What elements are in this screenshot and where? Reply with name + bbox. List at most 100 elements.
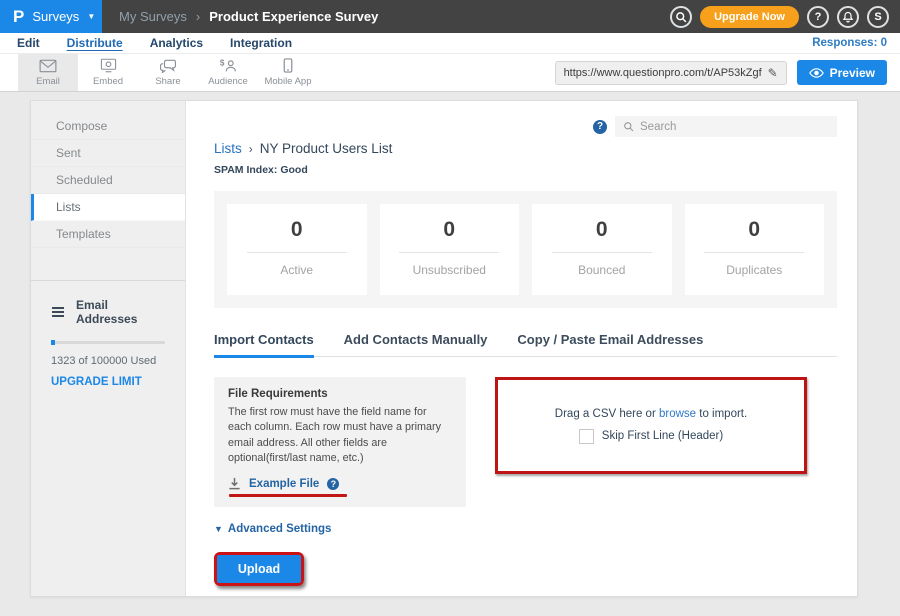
list-detail-main: ? Lists › NY Product Users List SPAM Ind… xyxy=(186,101,857,596)
breadcrumb-lists-link[interactable]: Lists xyxy=(214,141,242,156)
contacts-tabs: Import Contacts Add Contacts Manually Co… xyxy=(214,332,837,357)
tab-add-contacts-manually[interactable]: Add Contacts Manually xyxy=(344,332,488,356)
questionpro-logo: P xyxy=(13,8,24,25)
skip-first-line-label: Skip First Line (Header) xyxy=(602,430,723,442)
channel-embed[interactable]: Embed xyxy=(78,54,138,91)
list-stats: 0 Active 0 Unsubscribed 0 Bounced 0 Dupl… xyxy=(214,191,837,308)
tab-integration[interactable]: Integration xyxy=(230,36,292,50)
sidebar-item-scheduled[interactable]: Scheduled xyxy=(31,167,185,194)
stat-card-duplicates: 0 Duplicates xyxy=(685,204,825,295)
survey-url-input[interactable] xyxy=(564,67,762,79)
caret-down-icon: ▼ xyxy=(214,524,223,534)
advanced-settings-toggle[interactable]: ▼ Advanced Settings xyxy=(214,523,837,535)
responses-count[interactable]: Responses: 0 xyxy=(812,37,887,49)
help-icon[interactable]: ? xyxy=(327,478,339,490)
tab-import-contacts[interactable]: Import Contacts xyxy=(214,332,314,356)
email-sidebar: Compose Sent Scheduled Lists Templates E… xyxy=(31,101,186,596)
list-breadcrumb: Lists › NY Product Users List xyxy=(214,141,837,156)
chevron-down-icon: ▼ xyxy=(87,13,95,21)
help-icon[interactable]: ? xyxy=(593,120,607,134)
stat-divider xyxy=(399,252,499,253)
upgrade-now-button[interactable]: Upgrade Now xyxy=(700,6,799,28)
breadcrumb-list-name: NY Product Users List xyxy=(260,141,393,156)
spam-index-label: SPAM Index: xyxy=(214,164,277,176)
breadcrumb-survey-title: Product Experience Survey xyxy=(209,9,378,24)
stat-label: Active xyxy=(227,263,367,277)
csv-dropzone[interactable]: Drag a CSV here or browse to import. Ski… xyxy=(495,377,807,474)
channel-label: Mobile App xyxy=(264,76,311,87)
distribute-toolbar: Email Embed Share $ Audience Mobile App … xyxy=(0,54,900,92)
upload-button[interactable]: Upload xyxy=(217,555,301,583)
channel-label: Embed xyxy=(93,76,123,87)
download-icon xyxy=(228,477,241,490)
tab-analytics[interactable]: Analytics xyxy=(150,36,203,50)
sidebar-item-lists[interactable]: Lists xyxy=(31,194,185,221)
skip-first-line-checkbox[interactable] xyxy=(579,429,594,444)
example-file-link[interactable]: Example File xyxy=(249,478,319,490)
stat-value: 0 xyxy=(227,218,367,242)
help-icon[interactable]: ? xyxy=(807,6,829,28)
edit-url-pencil-icon[interactable]: ✎ xyxy=(768,66,778,80)
content-panel: Compose Sent Scheduled Lists Templates E… xyxy=(30,100,858,597)
stat-card-active: 0 Active xyxy=(227,204,367,295)
user-avatar[interactable]: S xyxy=(867,6,889,28)
file-requirements-title: File Requirements xyxy=(228,388,452,400)
email-icon xyxy=(39,59,57,73)
email-usage-progress-fill xyxy=(51,340,55,345)
advanced-settings-label: Advanced Settings xyxy=(228,523,332,535)
stat-value: 0 xyxy=(685,218,825,242)
survey-url-box: ✎ xyxy=(555,61,787,85)
stat-card-bounced: 0 Bounced xyxy=(532,204,672,295)
browse-link[interactable]: browse xyxy=(659,408,696,420)
breadcrumb: My Surveys › Product Experience Survey xyxy=(102,0,670,33)
sidebar-item-templates[interactable]: Templates xyxy=(31,221,185,248)
share-icon xyxy=(159,59,177,73)
spam-index: SPAM Index: Good xyxy=(214,164,837,176)
search-box xyxy=(615,116,837,137)
channel-audience[interactable]: $ Audience xyxy=(198,54,258,91)
sidebar-item-sent[interactable]: Sent xyxy=(31,140,185,167)
channel-share[interactable]: Share xyxy=(138,54,198,91)
tab-edit[interactable]: Edit xyxy=(17,36,40,50)
breadcrumb-separator: › xyxy=(249,142,253,156)
dropzone-instruction: Drag a CSV here or browse to import. xyxy=(555,408,747,420)
product-switcher[interactable]: P Surveys ▼ xyxy=(0,0,102,33)
notifications-bell-icon[interactable] xyxy=(837,6,859,28)
stat-card-unsubscribed: 0 Unsubscribed xyxy=(380,204,520,295)
breadcrumb-my-surveys[interactable]: My Surveys xyxy=(119,9,187,24)
stat-value: 0 xyxy=(380,218,520,242)
search-icon[interactable] xyxy=(670,6,692,28)
channel-email[interactable]: Email xyxy=(18,54,78,91)
drag-text-post: to import. xyxy=(696,408,747,420)
breadcrumb-separator: › xyxy=(196,9,200,24)
audience-icon: $ xyxy=(219,58,238,73)
annotation-red-underline xyxy=(229,494,347,497)
upgrade-limit-link[interactable]: UPGRADE LIMIT xyxy=(51,376,165,388)
email-addresses-block: Email Addresses 1323 of 100000 Used UPGR… xyxy=(31,281,185,405)
channel-label: Audience xyxy=(208,76,248,87)
channel-mobile-app[interactable]: Mobile App xyxy=(258,54,318,91)
channel-label: Share xyxy=(155,76,180,87)
stat-label: Duplicates xyxy=(685,263,825,277)
stat-divider xyxy=(704,252,804,253)
tab-distribute[interactable]: Distribute xyxy=(67,36,123,50)
stat-divider xyxy=(247,252,347,253)
email-usage-text: 1323 of 100000 Used xyxy=(51,355,165,367)
stat-label: Unsubscribed xyxy=(380,263,520,277)
drag-text-pre: Drag a CSV here or xyxy=(555,408,659,420)
stat-label: Bounced xyxy=(532,263,672,277)
preview-label: Preview xyxy=(830,66,875,80)
sidebar-item-compose[interactable]: Compose xyxy=(31,113,185,140)
email-usage-progressbar xyxy=(51,341,165,344)
mobile-app-icon xyxy=(283,58,293,73)
tab-copy-paste-email-addresses[interactable]: Copy / Paste Email Addresses xyxy=(517,332,703,356)
email-addresses-title: Email Addresses xyxy=(76,298,165,326)
search-icon xyxy=(623,121,634,132)
preview-button[interactable]: Preview xyxy=(797,60,887,85)
annotation-red-box: Upload xyxy=(214,552,304,586)
spam-index-value: Good xyxy=(277,164,307,176)
svg-text:$: $ xyxy=(219,59,224,68)
search-input[interactable] xyxy=(640,121,829,133)
topbar: P Surveys ▼ My Surveys › Product Experie… xyxy=(0,0,900,33)
eye-icon xyxy=(809,68,824,78)
